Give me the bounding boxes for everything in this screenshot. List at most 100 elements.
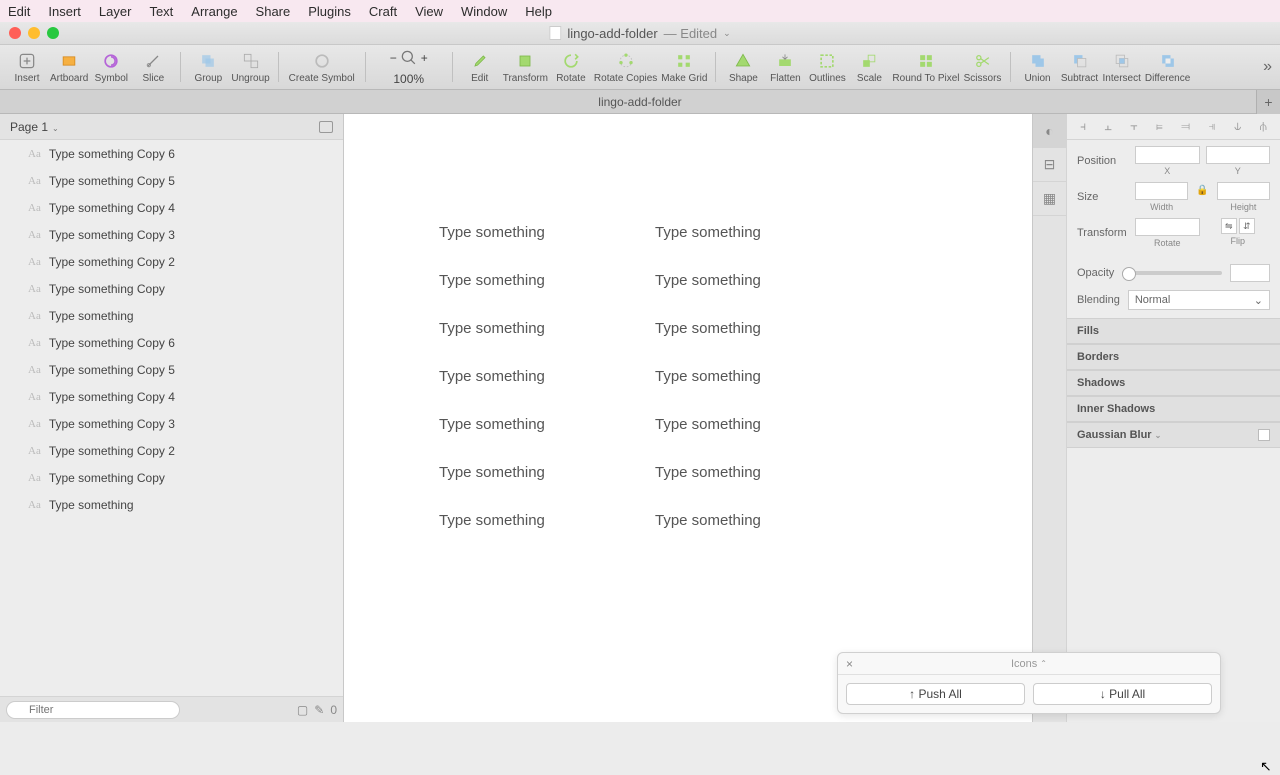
gaussian-blur-section[interactable]: Gaussian Blur ⌄ <box>1067 422 1280 448</box>
canvas-text[interactable]: Type something <box>655 400 761 448</box>
canvas-text[interactable]: Type something <box>439 256 545 304</box>
scissors-button[interactable]: Scissors <box>964 47 1002 87</box>
close-window-button[interactable] <box>9 27 21 39</box>
layer-item[interactable]: AaType something Copy 3 <box>0 410 343 437</box>
scale-button[interactable]: Scale <box>850 47 888 87</box>
layer-item[interactable]: AaType something Copy 5 <box>0 167 343 194</box>
canvas-text[interactable]: Type something <box>439 400 545 448</box>
layer-item[interactable]: AaType something Copy 2 <box>0 248 343 275</box>
intersect-button[interactable]: Intersect <box>1103 47 1141 87</box>
distribute-v-icon[interactable]: ⫛ <box>1260 119 1267 134</box>
blending-select[interactable]: Normal⌄ <box>1128 290 1270 310</box>
menu-layer[interactable]: Layer <box>99 4 132 19</box>
canvas-text[interactable]: Type something <box>655 352 761 400</box>
height-input[interactable] <box>1217 182 1270 200</box>
shadows-section[interactable]: Shadows <box>1067 370 1280 396</box>
inspector-tab-ruler[interactable]: ⊟ <box>1033 148 1066 182</box>
inspector-tab-properties[interactable]: ◐ <box>1033 114 1066 148</box>
canvas-text[interactable]: Type something <box>655 208 761 256</box>
menu-craft[interactable]: Craft <box>369 4 397 19</box>
ungroup-button[interactable]: Ungroup <box>231 47 269 87</box>
align-top-icon[interactable]: ⫢ <box>1156 119 1163 134</box>
layer-item[interactable]: AaType something <box>0 491 343 518</box>
inner-shadows-section[interactable]: Inner Shadows <box>1067 396 1280 422</box>
tab-document[interactable]: lingo-add-folder <box>598 95 681 109</box>
canvas-text[interactable]: Type something <box>655 496 761 544</box>
menu-help[interactable]: Help <box>525 4 552 19</box>
artboard-button[interactable]: Artboard <box>50 47 88 87</box>
filter-input[interactable] <box>6 701 180 719</box>
minimize-window-button[interactable] <box>28 27 40 39</box>
align-center-h-icon[interactable]: ⫠ <box>1105 119 1112 134</box>
rotate-button[interactable]: Rotate <box>552 47 590 87</box>
zoom-in-icon[interactable]: + <box>421 51 428 65</box>
shape-button[interactable]: Shape <box>724 47 762 87</box>
push-all-button[interactable]: ↑ Push All <box>846 683 1025 705</box>
menu-text[interactable]: Text <box>149 4 173 19</box>
menu-view[interactable]: View <box>415 4 443 19</box>
position-y-input[interactable] <box>1206 146 1271 164</box>
position-x-input[interactable] <box>1135 146 1200 164</box>
zoom-out-icon[interactable]: − <box>390 51 397 65</box>
layer-item[interactable]: AaType something Copy 3 <box>0 221 343 248</box>
menu-plugins[interactable]: Plugins <box>308 4 351 19</box>
menu-edit[interactable]: Edit <box>8 4 30 19</box>
close-icon[interactable]: × <box>846 657 853 671</box>
make-grid-button[interactable]: Make Grid <box>661 47 707 87</box>
maximize-window-button[interactable] <box>47 27 59 39</box>
add-tab-button[interactable]: + <box>1256 90 1280 114</box>
align-right-icon[interactable]: ⫟ <box>1130 119 1137 134</box>
flip-v-icon[interactable]: ⇵ <box>1239 218 1255 234</box>
slice-filter-icon[interactable]: ✎ <box>314 703 324 717</box>
canvas-text[interactable]: Type something <box>439 448 545 496</box>
menu-share[interactable]: Share <box>256 4 291 19</box>
width-input[interactable] <box>1135 182 1188 200</box>
document-title[interactable]: lingo-add-folder — Edited ⌄ <box>549 26 730 41</box>
popup-header[interactable]: × Icons⌃ <box>838 653 1220 675</box>
expand-pages-icon[interactable] <box>319 121 333 133</box>
slice-button[interactable]: Slice <box>134 47 172 87</box>
menu-arrange[interactable]: Arrange <box>191 4 237 19</box>
flip-h-icon[interactable]: ⇋ <box>1221 218 1237 234</box>
blur-checkbox[interactable] <box>1258 429 1270 441</box>
artboard-filter-icon[interactable]: ▢ <box>297 703 308 717</box>
layer-item[interactable]: AaType something Copy 6 <box>0 329 343 356</box>
difference-button[interactable]: Difference <box>1145 47 1190 87</box>
opacity-slider[interactable] <box>1122 271 1222 275</box>
zoom-control[interactable]: − + 100% <box>374 47 444 87</box>
toolbar-overflow-icon[interactable]: » <box>1263 58 1272 76</box>
inspector-tab-grid[interactable]: ▦ <box>1033 182 1066 216</box>
page-selector[interactable]: Page 1⌄ <box>0 114 343 140</box>
rotate-copies-button[interactable]: Rotate Copies <box>594 47 657 87</box>
align-left-icon[interactable]: ⫞ <box>1080 119 1086 134</box>
distribute-h-icon[interactable]: ⫝ <box>1234 119 1241 134</box>
flatten-button[interactable]: Flatten <box>766 47 804 87</box>
layer-item[interactable]: AaType something Copy 4 <box>0 194 343 221</box>
union-button[interactable]: Union <box>1019 47 1057 87</box>
canvas-text[interactable]: Type something <box>655 256 761 304</box>
transform-button[interactable]: Transform <box>503 47 548 87</box>
layer-item[interactable]: AaType something Copy 4 <box>0 383 343 410</box>
opacity-input[interactable] <box>1230 264 1270 282</box>
canvas-text[interactable]: Type something <box>439 208 545 256</box>
canvas[interactable]: Type something Type something Type somet… <box>344 114 1032 722</box>
canvas-text[interactable]: Type something <box>655 304 761 352</box>
layer-item[interactable]: AaType something Copy <box>0 275 343 302</box>
group-button[interactable]: Group <box>189 47 227 87</box>
fills-section[interactable]: Fills <box>1067 318 1280 344</box>
symbol-button[interactable]: Symbol <box>92 47 130 87</box>
subtract-button[interactable]: Subtract <box>1061 47 1099 87</box>
canvas-text[interactable]: Type something <box>439 496 545 544</box>
layer-item[interactable]: AaType something <box>0 302 343 329</box>
lock-aspect-icon[interactable]: 🔒 <box>1196 185 1208 196</box>
pull-all-button[interactable]: ↓ Pull All <box>1033 683 1212 705</box>
layer-item[interactable]: AaType something Copy 6 <box>0 140 343 167</box>
borders-section[interactable]: Borders <box>1067 344 1280 370</box>
layer-item[interactable]: AaType something Copy <box>0 464 343 491</box>
canvas-text[interactable]: Type something <box>439 352 545 400</box>
rotate-input[interactable] <box>1135 218 1200 236</box>
create-symbol-button[interactable]: Create Symbol <box>287 47 357 87</box>
canvas-text[interactable]: Type something <box>655 448 761 496</box>
outlines-button[interactable]: Outlines <box>808 47 846 87</box>
layer-item[interactable]: AaType something Copy 2 <box>0 437 343 464</box>
